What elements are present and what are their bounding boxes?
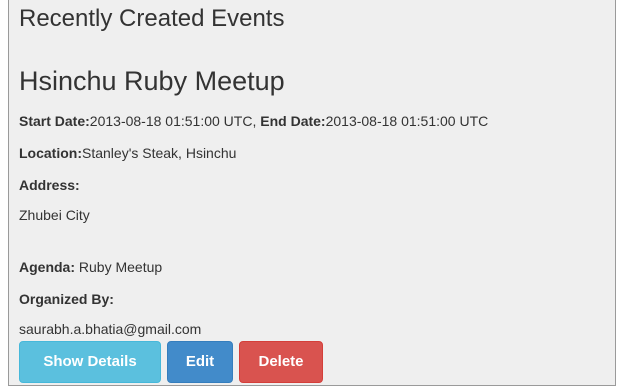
address-label: Address: <box>19 177 80 193</box>
location-value: Stanley's Steak, Hsinchu <box>82 145 237 161</box>
start-date-label: Start Date: <box>19 113 90 129</box>
organizer-email: saurabh.a.bhatia@gmail.com <box>19 321 202 337</box>
section-heading: Recently Created Events <box>19 5 285 32</box>
agenda-label: Agenda: <box>19 259 75 275</box>
show-details-button[interactable]: Show Details <box>19 341 161 383</box>
organizer-heading: Organized By: <box>19 290 114 308</box>
edit-button[interactable]: Edit <box>167 341 233 383</box>
events-panel: Recently Created Events Hsinchu Ruby Mee… <box>8 0 616 386</box>
event-location: Location:Stanley's Steak, Hsinchu <box>19 144 236 162</box>
event-address-heading: Address: <box>19 176 80 194</box>
organizer-label: Organized By: <box>19 291 114 307</box>
end-date-label: End Date: <box>260 113 326 129</box>
event-dates: Start Date:2013-08-18 01:51:00 UTC, End … <box>19 112 488 130</box>
end-date-value: 2013-08-18 01:51:00 UTC <box>325 113 489 129</box>
location-label: Location: <box>19 145 82 161</box>
event-agenda: Agenda: Ruby Meetup <box>19 258 162 276</box>
agenda-value: Ruby Meetup <box>75 259 163 275</box>
start-date-value: 2013-08-18 01:51:00 UTC <box>89 113 253 129</box>
event-title: Hsinchu Ruby Meetup <box>19 66 285 96</box>
delete-button[interactable]: Delete <box>239 341 323 383</box>
event-address-value: Zhubei City <box>19 207 90 223</box>
